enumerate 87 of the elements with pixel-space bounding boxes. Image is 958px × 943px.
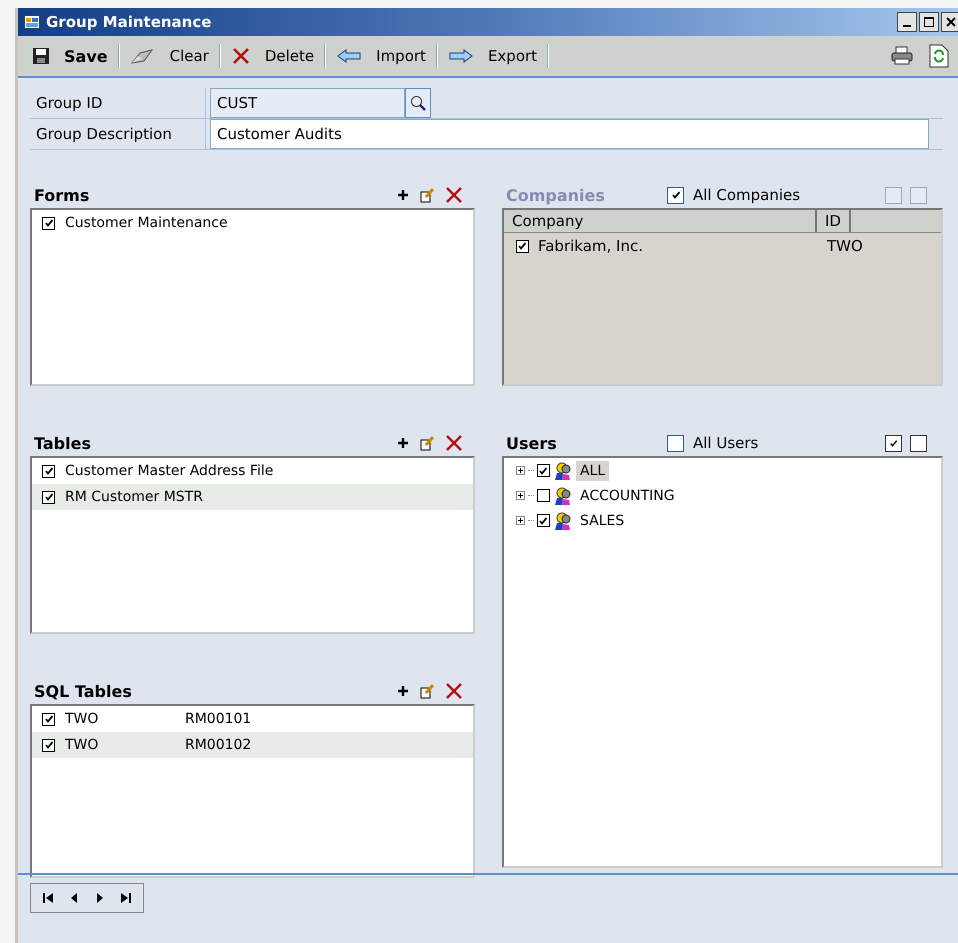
check-icon xyxy=(538,516,548,526)
checkbox-label: All Users xyxy=(693,434,758,452)
checkbox[interactable] xyxy=(536,489,550,502)
edit-icon[interactable] xyxy=(418,435,435,451)
tree-item[interactable]: ACCOUNTING xyxy=(576,486,679,506)
delete-icon[interactable] xyxy=(444,434,463,452)
first-icon xyxy=(42,892,54,904)
list-row[interactable]: Customer Maintenance xyxy=(32,210,473,236)
table-cell: TWO xyxy=(826,237,863,255)
check-icon xyxy=(538,466,548,476)
list-cell: RM00102 xyxy=(185,737,252,753)
field-label: Group Description xyxy=(30,119,206,149)
list-row[interactable]: TWO RM00102 xyxy=(32,732,473,758)
section-title: SQL Tables xyxy=(34,682,133,700)
refresh-icon[interactable] xyxy=(929,44,949,68)
mark-box[interactable] xyxy=(885,434,902,452)
window-title: Group Maintenance xyxy=(46,13,212,31)
close-button[interactable] xyxy=(941,12,958,32)
import-button[interactable]: Import xyxy=(330,47,432,65)
field-label: Group ID xyxy=(30,88,206,118)
checkbox[interactable] xyxy=(42,738,55,752)
expand-icon[interactable] xyxy=(516,516,525,525)
check-icon xyxy=(44,218,54,228)
check-icon xyxy=(44,740,54,750)
user-group-icon xyxy=(552,460,573,480)
user-group-icon xyxy=(552,510,573,530)
lookup-button[interactable] xyxy=(405,88,431,118)
maximize-icon xyxy=(924,17,934,27)
group-id-field[interactable]: CUST xyxy=(210,88,405,118)
check-icon xyxy=(670,190,680,200)
checkbox[interactable] xyxy=(42,490,55,504)
section-title: Forms xyxy=(34,186,90,204)
list-row[interactable]: RM Customer MSTR xyxy=(32,484,473,510)
checkbox-label: All Companies xyxy=(693,186,800,204)
checkbox[interactable] xyxy=(42,464,55,478)
eraser-icon xyxy=(130,47,156,65)
add-icon[interactable] xyxy=(396,685,409,697)
checkbox[interactable] xyxy=(42,216,55,230)
right-arrow-icon xyxy=(448,48,474,64)
app-icon xyxy=(24,15,40,29)
list-cell: RM Customer MSTR xyxy=(65,489,203,505)
section-title: Tables xyxy=(34,434,92,452)
minimize-button[interactable] xyxy=(897,12,917,32)
printer-icon[interactable] xyxy=(891,46,913,66)
clear-button[interactable]: Clear xyxy=(124,47,215,65)
section-title: Companies xyxy=(506,186,606,204)
mark-box[interactable] xyxy=(910,434,927,452)
left-arrow-icon xyxy=(336,48,362,64)
description-field[interactable]: Customer Audits xyxy=(210,119,929,149)
checkbox[interactable] xyxy=(42,712,55,726)
search-icon xyxy=(410,95,426,111)
add-icon[interactable] xyxy=(396,189,409,201)
save-button[interactable]: Save xyxy=(26,46,114,66)
add-icon[interactable] xyxy=(396,437,409,449)
table-cell: Fabrikam, Inc. xyxy=(538,237,643,255)
check-icon xyxy=(889,438,898,448)
list-row[interactable]: Customer Master Address File xyxy=(32,458,473,484)
close-icon xyxy=(946,17,956,27)
maximize-button[interactable] xyxy=(919,12,939,32)
delete-icon[interactable] xyxy=(444,186,463,204)
delete-button[interactable]: Delete xyxy=(224,46,320,66)
edit-icon[interactable] xyxy=(418,187,435,203)
delete-icon xyxy=(230,46,251,66)
minimize-icon xyxy=(903,25,911,27)
expand-icon[interactable] xyxy=(516,491,525,500)
check-icon xyxy=(517,241,528,251)
list-cell: RM00101 xyxy=(185,711,252,727)
tree-item[interactable]: SALES xyxy=(576,510,628,530)
edit-icon[interactable] xyxy=(418,683,435,699)
list-cell: Customer Master Address File xyxy=(65,463,274,479)
export-button[interactable]: Export xyxy=(442,47,544,65)
list-cell-text: TWO xyxy=(65,711,100,727)
checkbox[interactable] xyxy=(536,464,550,477)
check-icon xyxy=(44,466,54,476)
tree-item[interactable]: ALL xyxy=(576,460,610,480)
user-group-icon xyxy=(552,486,573,506)
checkbox[interactable] xyxy=(536,514,550,527)
expand-icon[interactable] xyxy=(516,466,525,475)
list-cell: Customer Maintenance xyxy=(65,215,228,231)
check-icon xyxy=(44,714,54,724)
list-row[interactable]: TWO RM00101 xyxy=(32,706,473,732)
last-icon xyxy=(120,892,132,904)
list-cell-text: TWO xyxy=(65,737,100,753)
section-title: Users xyxy=(506,434,558,452)
check-icon xyxy=(44,492,54,502)
delete-icon[interactable] xyxy=(444,682,463,700)
checkbox[interactable] xyxy=(667,434,684,452)
